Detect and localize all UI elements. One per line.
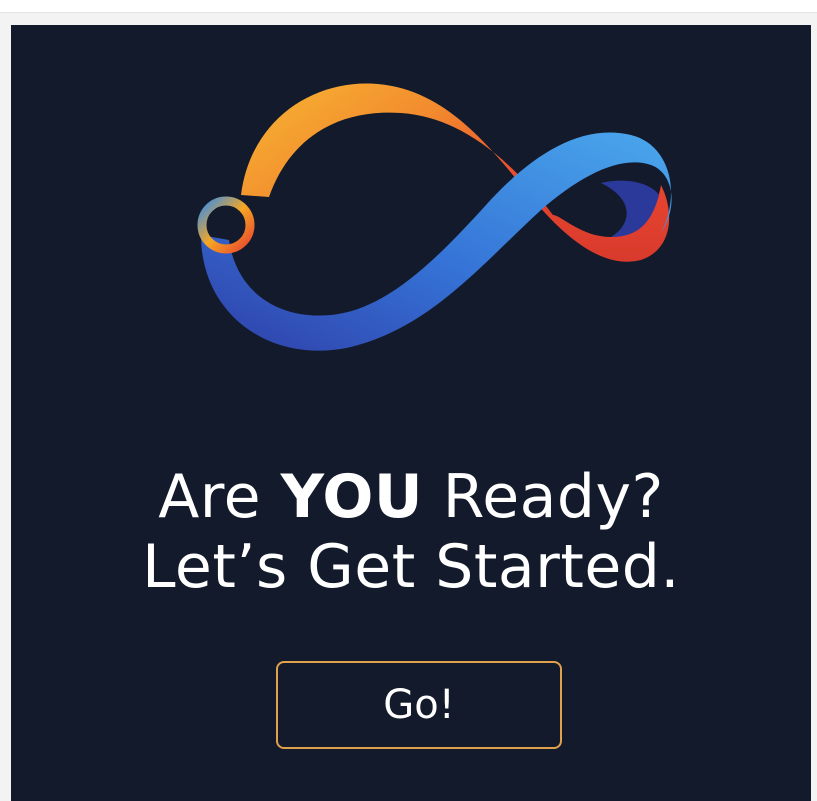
headline-prefix: Are [158,462,281,532]
go-button[interactable]: Go! [276,661,562,749]
headline-line-2: Let’s Get Started. [142,532,680,602]
headline-suffix: Ready? [423,462,664,532]
headline-line-1: Are YOU Ready? [11,465,811,529]
browser-top-strip [0,0,817,13]
headline: Are YOU Ready? Let’s Get Started. [11,465,811,599]
headline-emphasis: YOU [280,462,424,532]
infinity-loop-icon [197,83,672,351]
welcome-card: Are YOU Ready? Let’s Get Started. Go! [11,25,811,801]
